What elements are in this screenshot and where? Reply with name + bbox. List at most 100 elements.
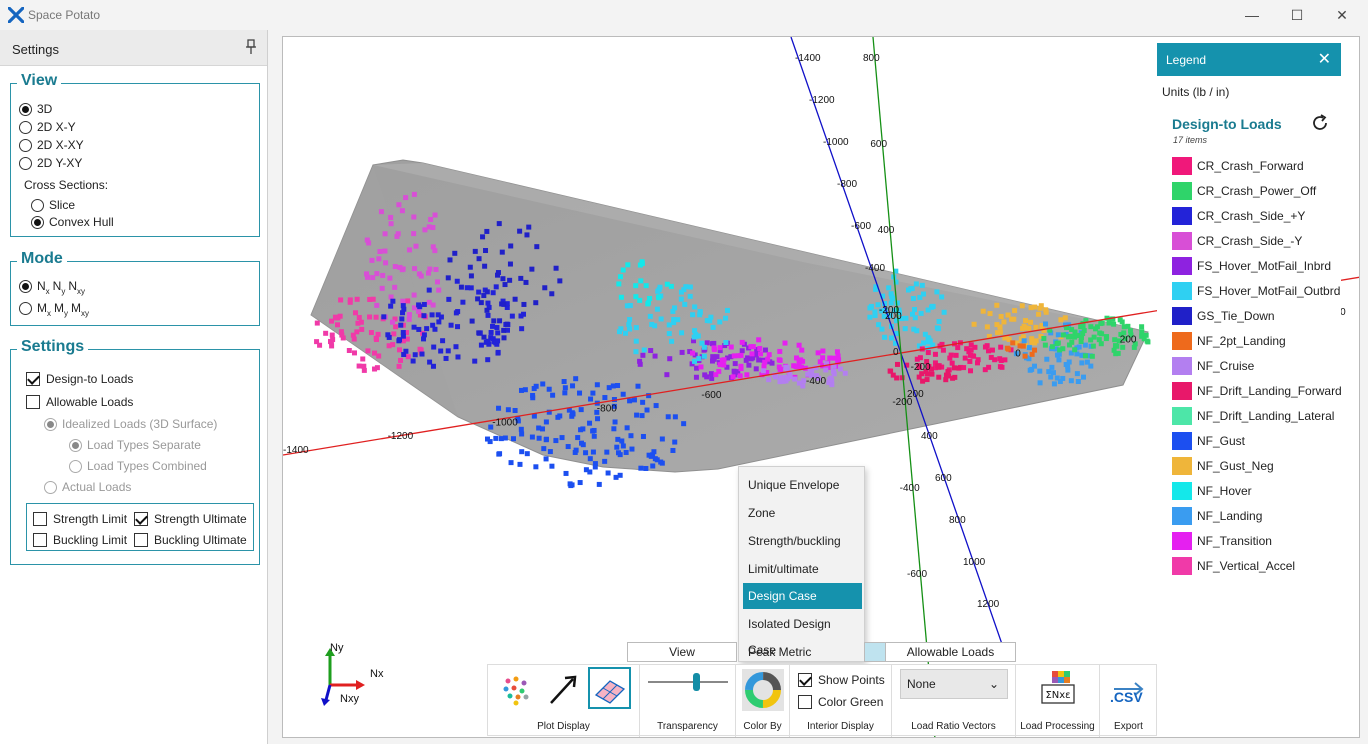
- load-point: [351, 350, 357, 356]
- legend-item[interactable]: FS_Hover_MotFail_Inbrd: [1172, 256, 1331, 276]
- menu-item-unique-envelope[interactable]: Unique Envelope: [743, 472, 862, 498]
- legend-item[interactable]: CR_Crash_Power_Off: [1172, 181, 1316, 201]
- window-title: Space Potato: [28, 8, 101, 22]
- legend-item[interactable]: NF_Hover: [1172, 481, 1252, 501]
- tab-view[interactable]: View: [627, 642, 737, 662]
- allowable-loads-checkbox[interactable]: Allowable Loads: [26, 394, 133, 410]
- view-radio-2d-y-xy[interactable]: 2D Y-XY: [19, 155, 82, 171]
- legend-item[interactable]: CR_Crash_Side_+Y: [1172, 206, 1305, 226]
- strength-ultimate-checkbox[interactable]: Strength Ultimate: [134, 511, 247, 527]
- load-point: [410, 358, 416, 364]
- load-point: [455, 354, 461, 360]
- load-point: [500, 276, 506, 282]
- load-point: [399, 316, 405, 322]
- load-point: [1042, 342, 1048, 348]
- legend-close-icon[interactable]: ✕: [1318, 49, 1331, 69]
- load-point: [951, 365, 957, 371]
- load-point: [647, 313, 653, 319]
- load-ratio-dropdown[interactable]: None ⌄: [900, 669, 1008, 699]
- scatter-plot-icon[interactable]: [496, 669, 536, 709]
- legend-item[interactable]: GS_Tie_Down: [1172, 306, 1275, 326]
- minimize-button[interactable]: —: [1232, 4, 1272, 26]
- view-radio-3d[interactable]: 3D: [19, 101, 52, 117]
- color-green-checkbox[interactable]: Color Green: [798, 694, 883, 710]
- mode-radio-m[interactable]: Mx My Mxy: [19, 300, 92, 318]
- legend-item[interactable]: NF_2pt_Landing: [1172, 331, 1286, 351]
- close-button[interactable]: ✕: [1322, 4, 1362, 26]
- load-point: [400, 333, 406, 339]
- legend-item[interactable]: NF_Drift_Landing_Lateral: [1172, 406, 1334, 426]
- load-point: [691, 334, 697, 340]
- load-point: [739, 348, 745, 354]
- actual-loads-radio[interactable]: Actual Loads: [44, 479, 131, 495]
- load-processing-icon[interactable]: ΣNxε: [1038, 669, 1078, 709]
- legend-item[interactable]: NF_Gust_Neg: [1172, 456, 1274, 476]
- load-point: [485, 300, 491, 306]
- menu-item-peak-metric[interactable]: Peak Metric: [743, 639, 862, 665]
- strength-limit-checkbox[interactable]: Strength Limit: [33, 511, 127, 527]
- legend-item[interactable]: CR_Crash_Side_-Y: [1172, 231, 1302, 251]
- checkbox-label: Strength Ultimate: [154, 512, 247, 526]
- pin-icon[interactable]: [245, 39, 257, 55]
- transparency-slider-track[interactable]: [648, 681, 728, 683]
- legend-item[interactable]: NF_Landing: [1172, 506, 1262, 526]
- tab-selected-stub[interactable]: [864, 642, 886, 662]
- menu-item-isolated-design-case[interactable]: Isolated Design Case: [743, 611, 862, 657]
- legend-item[interactable]: NF_Vertical_Accel: [1172, 556, 1295, 576]
- load-point: [672, 414, 678, 420]
- load-point: [573, 376, 579, 382]
- color-by-button[interactable]: [742, 669, 784, 711]
- idealized-loads-radio[interactable]: Idealized Loads (3D Surface): [44, 416, 217, 432]
- load-point: [756, 337, 762, 343]
- load-point: [398, 357, 404, 363]
- buckling-ultimate-checkbox[interactable]: Buckling Ultimate: [134, 532, 247, 548]
- load-point: [820, 348, 826, 354]
- load-point: [697, 309, 703, 315]
- legend-item[interactable]: NF_Gust: [1172, 431, 1245, 451]
- view-radio-2d-x-xy[interactable]: 2D X-XY: [19, 137, 84, 153]
- vector-arrow-icon[interactable]: [543, 669, 583, 709]
- load-point: [387, 275, 393, 281]
- legend-swatch: [1172, 482, 1192, 500]
- menu-item-design-case[interactable]: Design Case: [743, 583, 862, 609]
- legend-item[interactable]: NF_Cruise: [1172, 356, 1254, 376]
- load-point: [338, 297, 344, 303]
- load-point: [413, 243, 419, 249]
- surface-plot-button[interactable]: [588, 667, 631, 709]
- load-point: [912, 315, 918, 321]
- csv-label[interactable]: .CSV: [1110, 689, 1143, 705]
- load-ratio-value: None: [907, 677, 936, 691]
- menu-item-limit-ultimate[interactable]: Limit/ultimate: [743, 556, 862, 582]
- load-types-separate-radio[interactable]: Load Types Separate: [69, 437, 201, 453]
- maximize-button[interactable]: ☐: [1277, 4, 1317, 26]
- legend-item[interactable]: FS_Hover_MotFail_Outbrd: [1172, 281, 1340, 301]
- cross-section-radio-convex-hull[interactable]: Convex Hull: [31, 214, 114, 230]
- load-point: [627, 398, 633, 404]
- legend-item[interactable]: NF_Transition: [1172, 531, 1272, 551]
- refresh-icon[interactable]: [1310, 113, 1330, 133]
- legend-item[interactable]: NF_Drift_Landing_Forward: [1172, 381, 1342, 401]
- menu-item-zone[interactable]: Zone: [743, 500, 862, 526]
- load-point: [543, 419, 549, 425]
- red-axis-tick-label: -600: [701, 390, 721, 401]
- mode-radio-n[interactable]: Nx Ny Nxy: [19, 278, 88, 296]
- load-point: [708, 371, 714, 377]
- legend-item[interactable]: CR_Crash_Forward: [1172, 156, 1304, 176]
- load-point: [559, 435, 565, 441]
- load-point: [939, 294, 945, 300]
- load-point: [578, 407, 584, 413]
- legend-title: Legend: [1166, 53, 1207, 67]
- load-point: [645, 300, 651, 306]
- show-points-checkbox[interactable]: Show Points: [798, 672, 885, 688]
- design-to-loads-checkbox[interactable]: Design-to Loads: [26, 371, 133, 387]
- view-radio-2d-x-y[interactable]: 2D X-Y: [19, 119, 76, 135]
- menu-item-strength-buckling[interactable]: Strength/buckling: [743, 528, 862, 554]
- transparency-slider-thumb[interactable]: [693, 673, 700, 691]
- load-point: [421, 336, 427, 342]
- load-types-combined-radio[interactable]: Load Types Combined: [69, 458, 207, 474]
- cross-section-radio-slice[interactable]: Slice: [31, 197, 75, 213]
- buckling-limit-checkbox[interactable]: Buckling Limit: [33, 532, 127, 548]
- legend-swatch: [1172, 257, 1192, 275]
- load-point: [553, 438, 559, 444]
- tab-allowable-loads[interactable]: Allowable Loads: [885, 642, 1016, 662]
